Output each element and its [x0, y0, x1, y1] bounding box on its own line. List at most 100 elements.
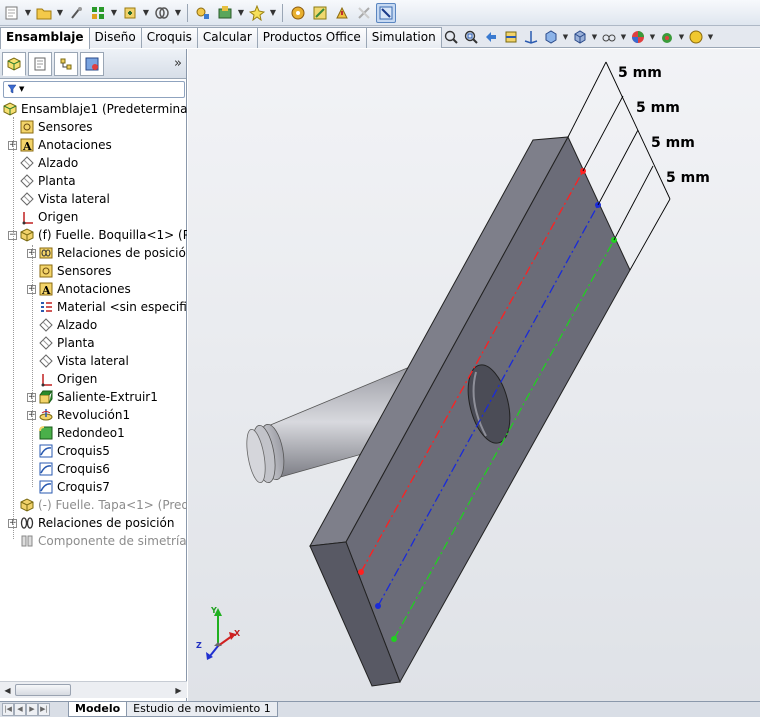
feature-tree-tab[interactable]: [2, 51, 26, 76]
chevron-down-icon[interactable]: ▼: [649, 33, 656, 41]
tree-item[interactable]: + Revolución1: [27, 406, 130, 424]
tree-item[interactable]: Alzado: [8, 154, 78, 172]
materials-icon[interactable]: [288, 3, 308, 23]
graphics-area[interactable]: 5 mm 5 mm 5 mm 5 mm Y X Z: [188, 49, 760, 701]
chevron-down-icon[interactable]: ▼: [24, 3, 32, 23]
material-icon: [38, 299, 54, 315]
options-pin-icon[interactable]: [66, 3, 86, 23]
tree-item[interactable]: Origen: [8, 208, 78, 226]
previous-tab-button[interactable]: ◀: [14, 703, 26, 716]
chevron-down-icon[interactable]: ▼: [174, 3, 182, 23]
configuration-manager-tab[interactable]: [54, 51, 78, 76]
tree-item[interactable]: Redondeo1: [27, 424, 125, 442]
tree-item[interactable]: Vista lateral: [27, 352, 129, 370]
chevron-down-icon[interactable]: ▼: [56, 3, 64, 23]
toolbar-separator: [282, 3, 283, 22]
zoom-to-fit-icon[interactable]: [442, 28, 460, 46]
dimension-label-1[interactable]: 5 mm: [618, 65, 662, 81]
chevron-down-icon[interactable]: ▼: [110, 3, 118, 23]
tab-calcular[interactable]: Calcular: [196, 27, 258, 48]
tab-diseño[interactable]: Diseño: [88, 27, 142, 48]
section-icon[interactable]: [502, 28, 520, 46]
main-toolbar: ▼ ▼ ▼ ▼ ▼ ▼ ▼: [0, 0, 760, 26]
tree-item[interactable]: Material <sin especifica: [27, 298, 187, 316]
tree-item[interactable]: Planta: [27, 334, 95, 352]
chevron-down-icon[interactable]: ▼: [620, 33, 627, 41]
dimension-label-4[interactable]: 5 mm: [666, 170, 710, 186]
tab-croquis[interactable]: Croquis: [140, 27, 198, 48]
horizontal-scrollbar[interactable]: ◀ ▶: [0, 681, 187, 698]
tab-simulation[interactable]: Simulation: [365, 27, 442, 48]
display-manager-tab[interactable]: [80, 51, 104, 76]
chevron-down-icon[interactable]: ▼: [142, 3, 150, 23]
scroll-thumb[interactable]: [15, 684, 71, 696]
next-tab-button[interactable]: ▶: [26, 703, 38, 716]
tree-item[interactable]: Alzado: [27, 316, 97, 334]
filter-dropdown[interactable]: ▼: [3, 80, 185, 98]
tree-item[interactable]: −(f) Fuelle. Boquilla<1> (Pred: [8, 226, 187, 244]
smart-fasteners-icon[interactable]: [193, 3, 213, 23]
panel-tabs: »: [0, 49, 186, 79]
tree-item-label: Componente de simetría1: [38, 534, 187, 548]
insert-components-icon[interactable]: [120, 3, 140, 23]
dimension-label-2[interactable]: 5 mm: [636, 100, 680, 116]
last-tab-button[interactable]: ▶|: [38, 703, 50, 716]
sensors-icon: [19, 119, 35, 135]
view-orientation-icon[interactable]: [542, 28, 560, 46]
tree-item[interactable]: Vista lateral: [8, 190, 110, 208]
scroll-right-arrow[interactable]: ▶: [172, 684, 185, 697]
more-tabs-button[interactable]: »: [174, 56, 182, 71]
explode-view-icon[interactable]: [310, 3, 330, 23]
edit-appearance-icon[interactable]: [629, 28, 647, 46]
plane-icon: [19, 191, 35, 207]
chevron-down-icon[interactable]: ▼: [678, 33, 685, 41]
first-tab-button[interactable]: |◀: [2, 703, 14, 716]
dimension-label-3[interactable]: 5 mm: [651, 135, 695, 151]
chevron-down-icon[interactable]: ▼: [269, 3, 277, 23]
bottom-tab-modelo[interactable]: Modelo: [68, 702, 128, 717]
bottom-tab-estudio-de-movimiento-1[interactable]: Estudio de movimiento 1: [126, 702, 278, 717]
tree-item[interactable]: + A Anotaciones: [8, 136, 112, 154]
move-icon[interactable]: [522, 28, 540, 46]
chevron-down-icon[interactable]: ▼: [707, 33, 714, 41]
tree-item[interactable]: (-) Fuelle. Tapa<1> (Predete: [8, 496, 187, 514]
reference-geometry-icon[interactable]: [247, 3, 267, 23]
tab-productos-office[interactable]: Productos Office: [256, 27, 367, 48]
tree-item[interactable]: + Relaciones de posición: [8, 514, 174, 532]
tree-item[interactable]: Planta: [8, 172, 76, 190]
tree-item[interactable]: Sensores: [8, 118, 93, 136]
chevron-down-icon[interactable]: ▼: [237, 3, 245, 23]
chevron-down-icon[interactable]: ▼: [562, 33, 569, 41]
mate-icon[interactable]: [152, 3, 172, 23]
new-document-icon[interactable]: [2, 3, 22, 23]
previous-view-icon[interactable]: [482, 28, 500, 46]
display-style-icon[interactable]: [571, 28, 589, 46]
hide-show-icon[interactable]: [600, 28, 618, 46]
tab-ensamblaje[interactable]: Ensamblaje: [0, 27, 90, 49]
chevron-down-icon[interactable]: ▼: [591, 33, 598, 41]
tree-item[interactable]: Ensamblaje1 (Predeterminado<: [2, 100, 187, 118]
apply-scene-icon[interactable]: [658, 28, 676, 46]
tree-item[interactable]: Origen: [27, 370, 97, 388]
tree-item-label: Vista lateral: [57, 354, 129, 368]
tree-item[interactable]: Sensores: [27, 262, 112, 280]
tree-item[interactable]: Croquis5: [27, 442, 110, 460]
scroll-left-arrow[interactable]: ◀: [1, 684, 14, 697]
tree-item[interactable]: + Saliente-Extruir1: [27, 388, 158, 406]
section-view-icon[interactable]: [354, 3, 374, 23]
rebuild-icon[interactable]: [332, 3, 352, 23]
assembly-features-icon[interactable]: [215, 3, 235, 23]
tree-item[interactable]: Croquis6: [27, 460, 110, 478]
property-manager-tab[interactable]: [28, 51, 52, 76]
edit-component-icon[interactable]: [88, 3, 108, 23]
open-folder-icon[interactable]: [34, 3, 54, 23]
zoom-area-icon[interactable]: [462, 28, 480, 46]
plane-icon: [38, 335, 54, 351]
tree-item[interactable]: + A Anotaciones: [27, 280, 131, 298]
view-settings-icon[interactable]: [687, 28, 705, 46]
tree-item[interactable]: Croquis7: [27, 478, 110, 496]
selection-icon[interactable]: [376, 2, 396, 23]
tree-item-label: Croquis5: [57, 444, 110, 458]
tree-item[interactable]: +Relaciones de posición d: [27, 244, 187, 262]
tree-item[interactable]: Componente de simetría1: [8, 532, 187, 550]
